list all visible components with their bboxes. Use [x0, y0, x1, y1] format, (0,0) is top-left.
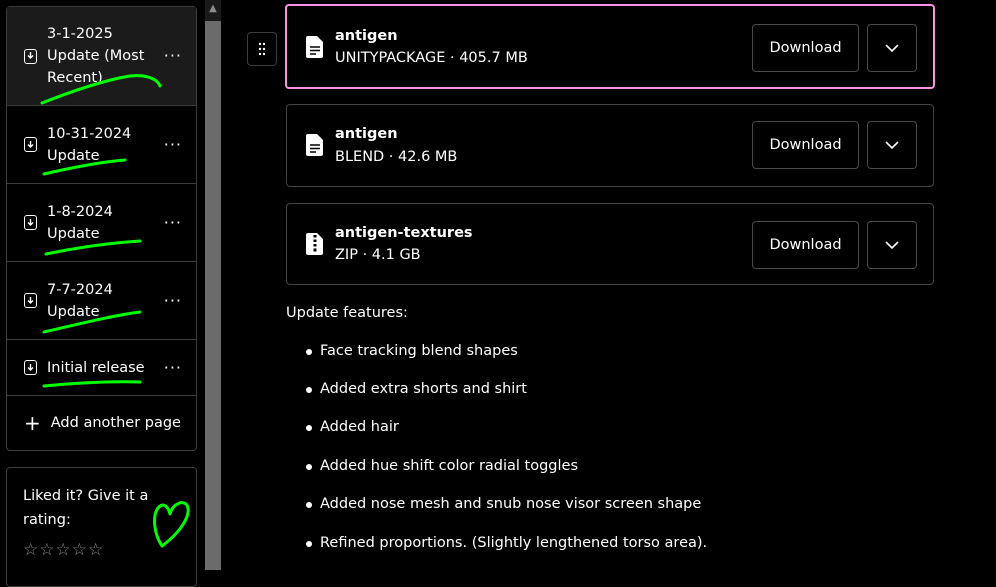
download-button[interactable]: Download: [752, 24, 859, 72]
file-meta: UNITYPACKAGE · 405.7 MB: [335, 50, 528, 66]
more-options-icon[interactable]: ···: [164, 136, 182, 152]
add-page-label: Add another page: [50, 415, 181, 431]
grip-dots-icon: [258, 42, 266, 56]
file-card-unitypackage: antigen UNITYPACKAGE · 405.7 MB Download: [285, 4, 935, 89]
file-name: antigen-textures: [335, 225, 473, 241]
page-item-3-1-2025[interactable]: 3-1-2025 Update (Most Recent) ···: [7, 7, 196, 106]
bullet-icon: [306, 387, 312, 393]
list-item: Added hue shift color radial toggles: [306, 455, 578, 477]
update-features: Update features: Face tracking blend sha…: [286, 302, 707, 551]
file-meta: BLEND · 42.6 MB: [335, 149, 458, 165]
download-button[interactable]: Download: [752, 221, 859, 269]
download-button[interactable]: Download: [752, 121, 859, 169]
file-document-icon: [306, 36, 323, 58]
drag-handle[interactable]: [247, 32, 277, 66]
file-card-blend: antigen BLEND · 42.6 MB Download: [286, 104, 934, 187]
star-rating[interactable]: ☆☆☆☆☆: [23, 540, 180, 560]
file-meta: ZIP · 4.1 GB: [335, 247, 421, 263]
file-card-zip: antigen-textures ZIP · 4.1 GB Download: [286, 203, 934, 285]
download-file-icon: [24, 48, 37, 64]
more-options-icon[interactable]: ···: [164, 214, 182, 230]
features-title: Update features:: [286, 305, 408, 321]
download-file-icon: [24, 360, 37, 375]
page-list: 3-1-2025 Update (Most Recent) ··· 10-31-…: [6, 6, 197, 451]
more-options-icon[interactable]: ···: [164, 48, 182, 64]
bullet-icon: [306, 502, 312, 508]
page-item-label: 10-31-2024 Update: [47, 125, 132, 164]
plus-icon: +: [24, 411, 41, 435]
download-file-icon: [24, 137, 37, 152]
file-name: antigen: [335, 126, 398, 142]
list-item: Face tracking blend shapes: [306, 340, 518, 362]
scrollbar-thumb[interactable]: [205, 21, 221, 570]
bullet-icon: [306, 349, 312, 355]
pages-sidebar: 3-1-2025 Update (Most Recent) ··· 10-31-…: [6, 6, 197, 451]
chevron-down-icon: [885, 141, 899, 149]
download-options-dropdown[interactable]: [867, 121, 917, 169]
page-item-label: Initial release: [47, 359, 145, 376]
scroll-up-icon[interactable]: ▲: [205, 2, 221, 16]
list-item: Added hair: [306, 416, 399, 438]
page-item-10-31-2024[interactable]: 10-31-2024 Update ···: [7, 106, 196, 184]
file-document-icon: [306, 134, 323, 156]
page-item-7-7-2024[interactable]: 7-7-2024 Update ···: [7, 262, 196, 340]
file-name: antigen: [335, 28, 398, 44]
page-item-label: 7-7-2024 Update: [47, 281, 113, 320]
rating-prompt: Liked it? Give it a rating:: [23, 488, 149, 528]
download-file-icon: [24, 215, 37, 230]
bullet-icon: [306, 464, 312, 470]
bullet-icon: [306, 425, 312, 431]
download-options-dropdown[interactable]: [867, 24, 917, 72]
file-zip-icon: [306, 233, 323, 255]
list-item: Added extra shorts and shirt: [306, 378, 527, 400]
download-file-icon: [24, 293, 37, 308]
page-item-initial-release[interactable]: Initial release ···: [7, 340, 196, 396]
download-options-dropdown[interactable]: [867, 221, 917, 269]
add-page-button[interactable]: + Add another page: [7, 396, 196, 450]
list-item: Refined proportions. (Slightly lengthene…: [306, 532, 707, 554]
more-options-icon[interactable]: ···: [164, 292, 182, 308]
page-item-label: 1-8-2024 Update: [47, 203, 113, 242]
chevron-down-icon: [885, 241, 899, 249]
more-options-icon[interactable]: ···: [164, 359, 182, 375]
rating-box: Liked it? Give it a rating: ☆☆☆☆☆: [6, 467, 197, 587]
scrollbar[interactable]: ▲: [205, 0, 221, 570]
list-item: Added nose mesh and snub nose visor scre…: [306, 493, 701, 515]
page-item-1-8-2024[interactable]: 1-8-2024 Update ···: [7, 184, 196, 262]
page-item-label: 3-1-2025 Update (Most Recent): [47, 26, 145, 86]
chevron-down-icon: [885, 44, 899, 52]
bullet-icon: [306, 541, 312, 547]
